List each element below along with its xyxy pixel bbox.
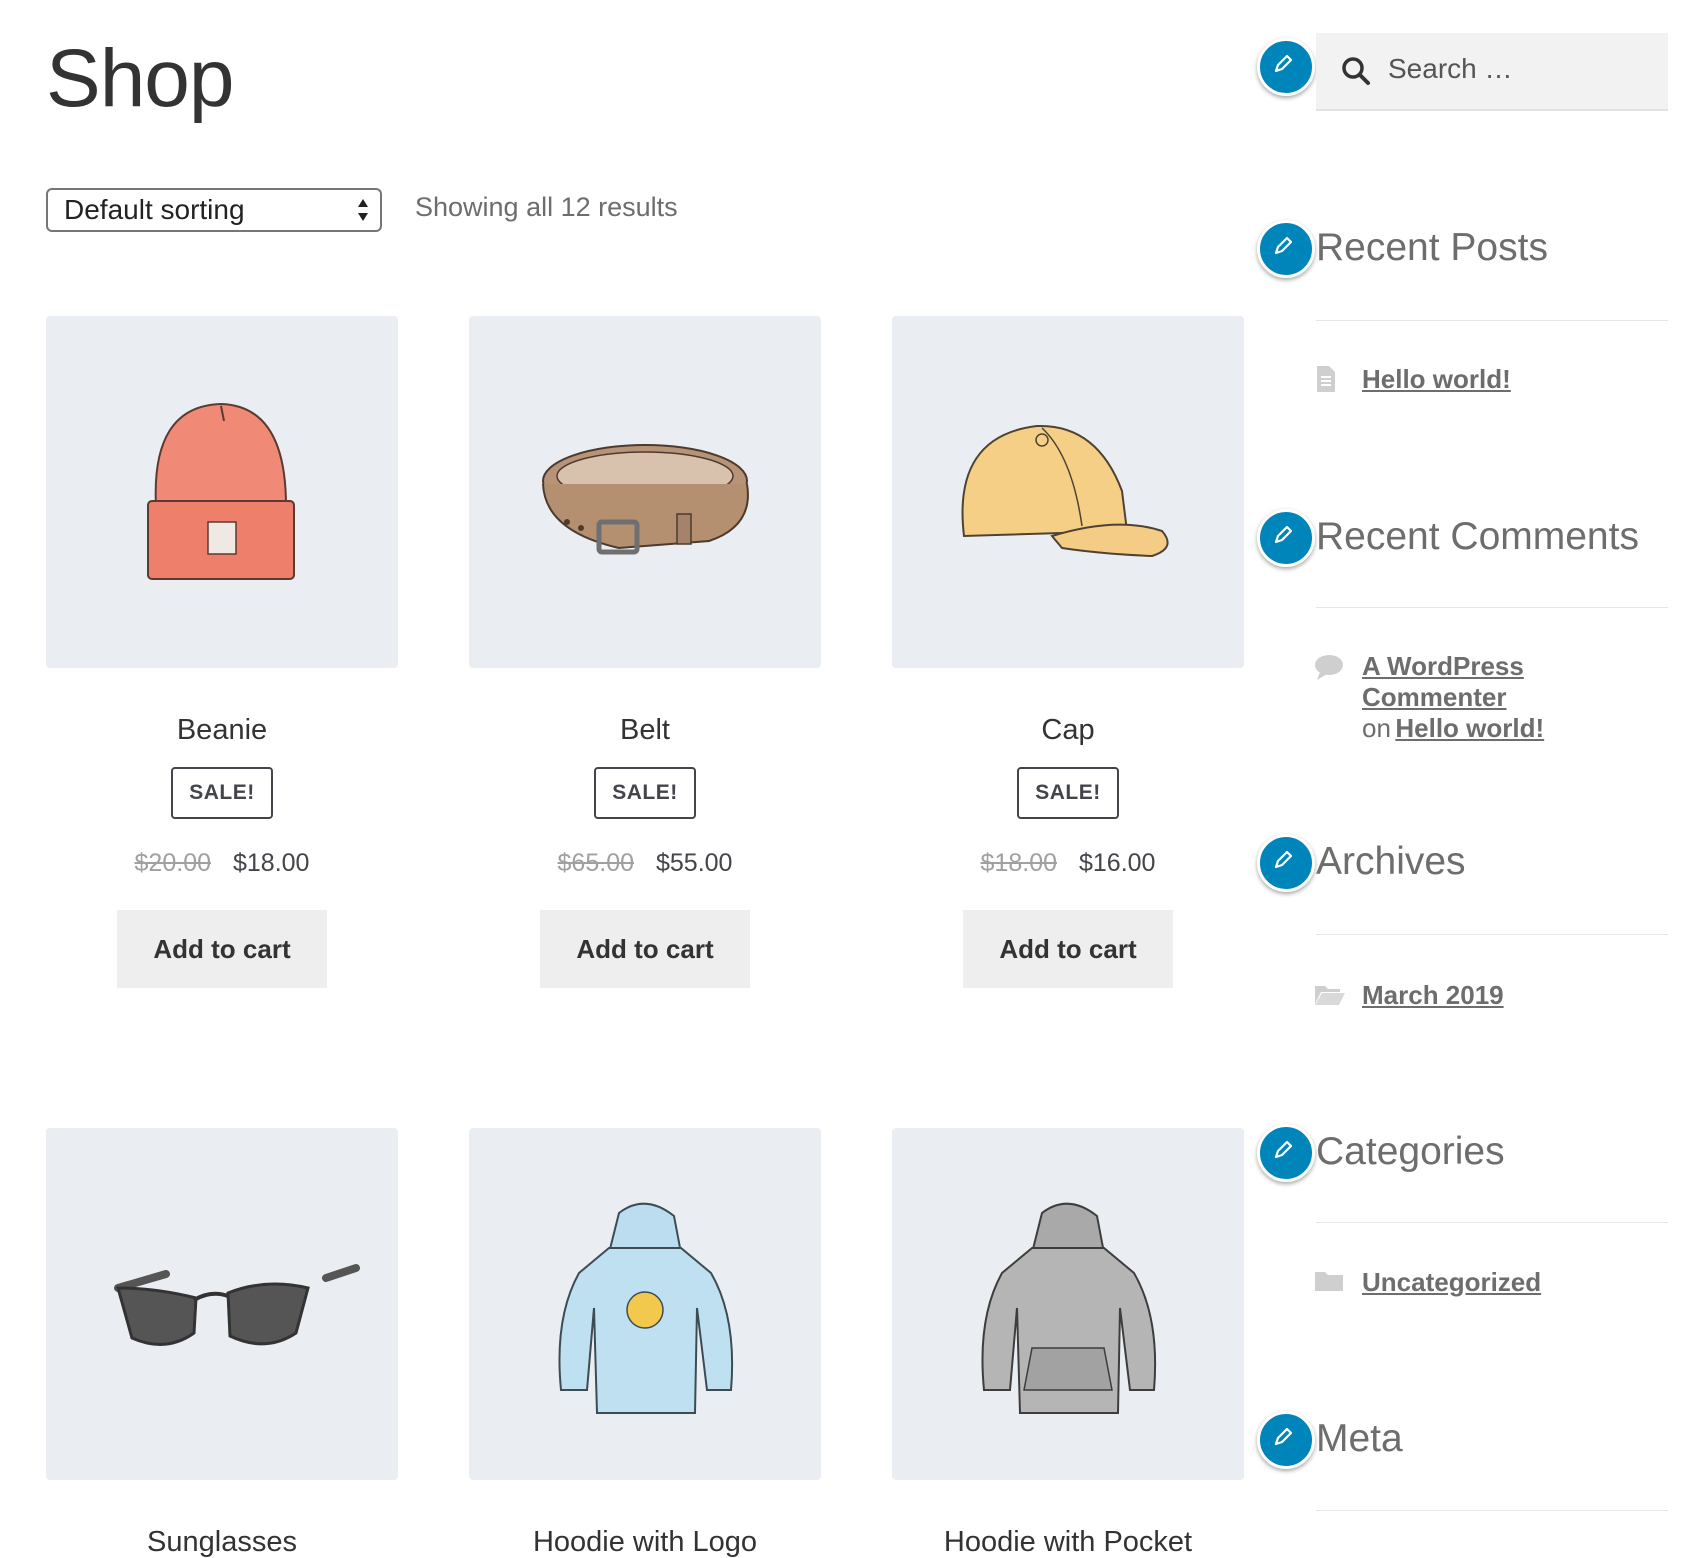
widget-title-recent-posts: Recent Posts (1316, 226, 1548, 269)
pencil-icon (1274, 1140, 1293, 1159)
sale-price: $16.00 (1079, 849, 1156, 877)
add-to-cart-button[interactable]: Add to cart (117, 910, 327, 988)
category-link[interactable]: Uncategorized (1362, 1267, 1541, 1298)
edit-widget-button[interactable] (1257, 220, 1315, 278)
beanie-illustration (147, 402, 295, 580)
widget-title-meta: Meta (1316, 1417, 1403, 1460)
product-title[interactable]: Hoodie with Pocket (892, 1528, 1244, 1557)
product-card: Hoodie with Logo (469, 1128, 821, 1557)
sorting-select[interactable]: Default sorting (46, 188, 382, 232)
pencil-icon (1274, 850, 1293, 869)
pencil-icon (1274, 54, 1293, 73)
product-card: Hoodie with Pocket (892, 1128, 1244, 1557)
search-icon (1342, 57, 1370, 85)
product-card: Belt SALE! $65.00 $55.00 Add to cart (469, 316, 821, 988)
search-field[interactable]: Search … (1316, 33, 1668, 111)
folder-icon (1315, 1272, 1343, 1291)
hoodie-logo-illustration (558, 1202, 734, 1414)
belt-illustration (542, 444, 749, 555)
select-arrows-icon (358, 199, 368, 221)
product-price: $18.00 $16.00 (892, 849, 1244, 878)
widget-divider (1316, 934, 1668, 935)
product-title[interactable]: Belt (469, 716, 821, 745)
product-image-belt[interactable] (469, 316, 821, 668)
cap-illustration (961, 424, 1169, 558)
result-count: Showing all 12 results (415, 192, 678, 222)
comment-author-link[interactable]: A WordPress Commenter (1362, 651, 1524, 712)
edit-widget-button[interactable] (1257, 509, 1315, 567)
comment-on-text: on (1362, 713, 1391, 743)
document-icon (1317, 366, 1335, 392)
widget-title-recent-comments: Recent Comments (1316, 515, 1639, 558)
sale-price: $55.00 (656, 849, 733, 877)
original-price: $20.00 (134, 849, 211, 877)
product-price: $65.00 $55.00 (469, 849, 821, 878)
recent-comment-entry: A WordPress Commenter on Hello world! (1362, 651, 1672, 744)
comment-post-link[interactable]: Hello world! (1395, 713, 1544, 743)
product-image-hoodie-with-pocket[interactable] (892, 1128, 1244, 1480)
edit-widget-button[interactable] (1257, 1124, 1315, 1182)
product-image-cap[interactable] (892, 316, 1244, 668)
original-price: $65.00 (557, 849, 634, 877)
widget-title-categories: Categories (1316, 1130, 1505, 1173)
archive-link[interactable]: March 2019 (1362, 980, 1504, 1011)
sale-badge: SALE! (1017, 767, 1119, 819)
edit-widget-button[interactable] (1257, 834, 1315, 892)
sunglasses-illustration (114, 1264, 360, 1346)
comment-icon (1315, 655, 1343, 680)
product-title[interactable]: Cap (892, 716, 1244, 745)
widget-title-archives: Archives (1316, 840, 1466, 883)
sale-price: $18.00 (233, 849, 310, 877)
widget-divider (1316, 320, 1668, 321)
widget-divider (1316, 1222, 1668, 1223)
folder-open-icon (1315, 986, 1345, 1005)
page-title: Shop (46, 33, 235, 124)
product-image-beanie[interactable] (46, 316, 398, 668)
pencil-icon (1274, 236, 1293, 255)
product-image-hoodie-with-logo[interactable] (469, 1128, 821, 1480)
widget-divider (1316, 607, 1668, 608)
recent-post-link[interactable]: Hello world! (1362, 364, 1511, 395)
edit-widget-button[interactable] (1257, 1411, 1315, 1469)
search-placeholder: Search … (1388, 53, 1513, 84)
add-to-cart-button[interactable]: Add to cart (963, 910, 1173, 988)
product-card: Cap SALE! $18.00 $16.00 Add to cart (892, 316, 1244, 988)
product-title[interactable]: Beanie (46, 716, 398, 745)
original-price: $18.00 (980, 849, 1057, 877)
sale-badge: SALE! (594, 767, 696, 819)
edit-widget-button[interactable] (1257, 38, 1315, 96)
product-image-sunglasses[interactable] (46, 1128, 398, 1480)
pencil-icon (1274, 1427, 1293, 1446)
product-title[interactable]: Hoodie with Logo (469, 1528, 821, 1557)
product-title[interactable]: Sunglasses (46, 1528, 398, 1557)
add-to-cart-button[interactable]: Add to cart (540, 910, 750, 988)
pencil-icon (1274, 525, 1293, 544)
product-card: Sunglasses (46, 1128, 398, 1557)
sale-badge: SALE! (171, 767, 273, 819)
sorting-select-value: Default sorting (64, 194, 245, 225)
product-price: $20.00 $18.00 (46, 849, 398, 878)
product-card: Beanie SALE! $20.00 $18.00 Add to cart (46, 316, 398, 988)
widget-divider (1316, 1510, 1668, 1511)
hoodie-pocket-illustration (981, 1202, 1157, 1414)
